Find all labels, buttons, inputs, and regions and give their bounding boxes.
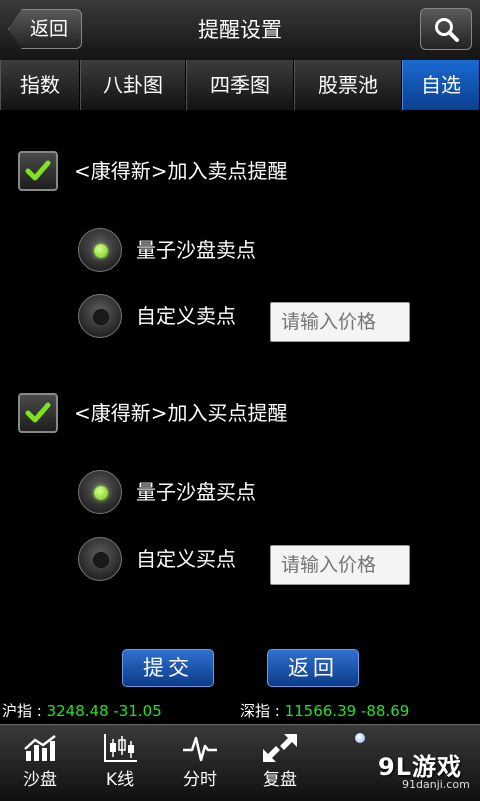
sell-reminder-label: <康得新>加入卖点提醒 <box>74 159 288 183</box>
sell-reminder-checkbox[interactable] <box>18 151 58 191</box>
tab-seasons[interactable]: 四季图 <box>186 60 294 110</box>
sell-custom-radio[interactable] <box>78 294 122 338</box>
shenzhen-index: 深指 : 11566.39 -88.69 <box>240 699 409 723</box>
sell-price-input[interactable] <box>270 302 410 342</box>
expand-arrows-icon <box>263 734 297 762</box>
watermark-logo: 9L游戏 <box>378 753 462 781</box>
buy-quantum-label: 量子沙盘买点 <box>136 480 256 504</box>
watermark: 9L游戏 91danji.com <box>370 747 480 797</box>
page-title: 提醒设置 <box>198 18 282 42</box>
bar-chart-icon <box>24 735 56 761</box>
title-bar: 返回 提醒设置 <box>0 0 480 61</box>
back-button[interactable]: 返回 <box>8 9 82 49</box>
nav-label-intraday: 分时 <box>183 770 217 790</box>
pulse-line-icon <box>183 736 217 762</box>
tab-watchlist[interactable]: 自选 <box>402 60 480 110</box>
watermark-url: 91danji.com <box>402 778 470 791</box>
shanghai-index: 沪指 : 3248.48 -31.05 <box>2 699 162 723</box>
tab-bagua[interactable]: 八卦图 <box>80 60 186 110</box>
buy-custom-radio[interactable] <box>78 537 122 581</box>
sell-quantum-label: 量子沙盘卖点 <box>136 238 256 262</box>
buy-custom-label: 自定义买点 <box>136 547 236 571</box>
checkmark-icon <box>25 402 51 423</box>
shanghai-index-value: 3248.48 -31.05 <box>46 702 162 720</box>
page-indicator-dot <box>355 733 365 743</box>
tab-stock-pool[interactable]: 股票池 <box>294 60 402 110</box>
tab-bar: 指数 八卦图 四季图 股票池 自选 <box>0 60 480 110</box>
buy-reminder-checkbox[interactable] <box>18 393 58 433</box>
sell-quantum-radio[interactable] <box>78 228 122 272</box>
search-icon <box>435 18 459 42</box>
checkmark-icon <box>25 160 51 181</box>
submit-button[interactable]: 提交 <box>122 649 214 687</box>
sell-custom-label: 自定义卖点 <box>136 304 236 328</box>
buy-reminder-label: <康得新>加入买点提醒 <box>74 401 288 425</box>
nav-item-sandbox[interactable]: 沙盘 <box>0 725 80 801</box>
shanghai-index-name: 沪指 : <box>2 702 47 720</box>
nav-label-review: 复盘 <box>263 770 297 790</box>
buy-price-input[interactable] <box>270 545 410 585</box>
nav-item-review[interactable]: 复盘 <box>240 725 320 801</box>
return-button[interactable]: 返回 <box>267 649 359 687</box>
nav-item-kline[interactable]: K线 <box>80 725 160 801</box>
nav-label-kline: K线 <box>105 770 135 790</box>
nav-item-intraday[interactable]: 分时 <box>160 725 240 801</box>
buy-quantum-radio[interactable] <box>78 470 122 514</box>
shenzhen-index-value: 11566.39 -88.69 <box>284 702 410 720</box>
tab-index[interactable]: 指数 <box>0 60 80 110</box>
search-button[interactable] <box>420 8 472 50</box>
nav-label-sandbox: 沙盘 <box>23 770 57 790</box>
shenzhen-index-name: 深指 : <box>240 702 285 720</box>
candlestick-icon <box>104 734 137 762</box>
